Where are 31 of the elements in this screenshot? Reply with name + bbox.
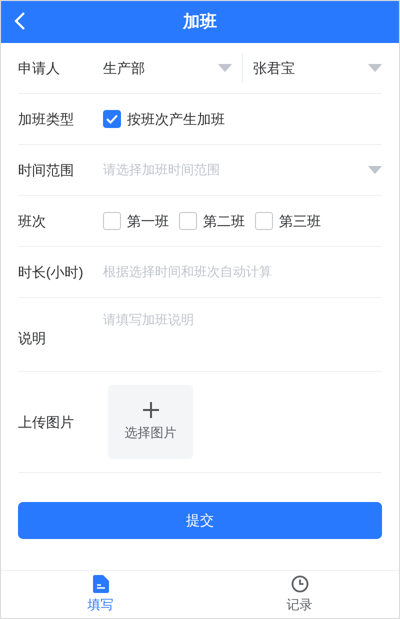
duration-field[interactable]: 根据选择时间和班次自动计算: [103, 262, 382, 282]
caret-icon: [368, 64, 382, 72]
submit-button[interactable]: 提交: [18, 502, 382, 539]
caret-icon: [218, 64, 232, 72]
checkbox[interactable]: [103, 110, 121, 128]
field-label: 时长(小时): [18, 262, 84, 282]
tab[interactable]: 记录: [200, 571, 399, 618]
checkbox[interactable]: [103, 212, 121, 230]
checkbox-label: 第二班: [203, 212, 245, 230]
page-title: 加班: [183, 11, 217, 34]
field-label: 上传图片: [18, 412, 75, 432]
field-label: 加班类型: [18, 110, 75, 128]
document-icon: [92, 574, 108, 593]
checkbox-label: 第三班: [279, 212, 321, 230]
checkbox[interactable]: [255, 212, 273, 230]
field-label: 说明: [18, 329, 47, 348]
clock-icon: [290, 574, 308, 593]
checkbox-label: 按班次产生加班: [127, 110, 225, 128]
department-select[interactable]: 生产部: [103, 53, 243, 83]
upload-button[interactable]: 选择图片: [108, 385, 193, 459]
person-select[interactable]: 张君宝: [243, 53, 382, 83]
field-label: 申请人: [18, 58, 61, 78]
back-icon[interactable]: [13, 11, 27, 31]
note-field[interactable]: 请填写加班说明: [103, 310, 382, 370]
tab[interactable]: 填写: [1, 571, 200, 618]
field-label: 时间范围: [18, 160, 75, 180]
checkbox-label: 第一班: [127, 212, 169, 230]
caret-icon: [368, 166, 382, 174]
field-label: 班次: [18, 212, 47, 230]
checkbox[interactable]: [179, 212, 197, 230]
plus-icon: [142, 401, 160, 420]
